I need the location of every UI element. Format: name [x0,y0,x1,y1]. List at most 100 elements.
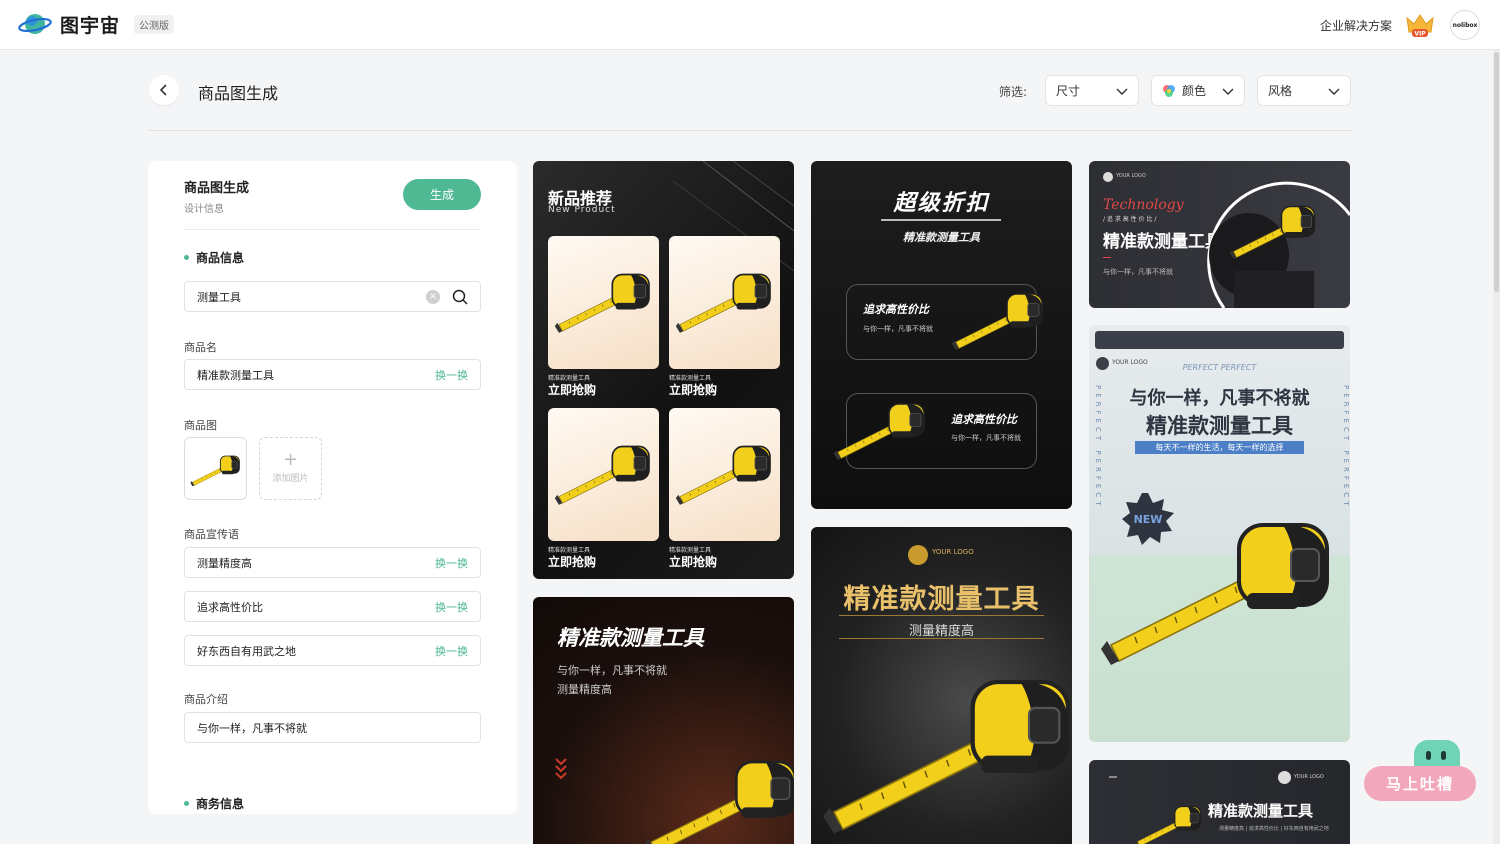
slogan-label: 商品宣传语 [184,528,239,541]
section-dot [184,255,189,260]
card-logo-text: YOUR LOGO [1294,774,1324,780]
feature-box-title: 追求高性价比 [863,303,929,316]
logo[interactable]: 图宇宙 公测版 [18,10,175,38]
tape-measure-icon [1134,800,1204,844]
swap-button[interactable]: 换一换 [435,599,468,615]
swap-button[interactable]: 换一换 [435,367,468,383]
tile-big-text: 立即抢购 [669,555,718,569]
size-filter-label: 尺寸 [1056,84,1081,98]
card-line-2: 测量精度高 [557,683,612,696]
card-subtitle: 精准款测量工具 [903,231,980,244]
top-bar: 图宇宙 公测版 企业解决方案 VIP nolibox [0,0,1500,50]
feature-box-title: 追求高性价比 [951,413,1017,426]
slogan-field-3[interactable]: 好东西自有用武之地 换一换 [184,635,481,666]
size-filter-dropdown[interactable]: 尺寸 [1045,75,1139,106]
intro-label: 商品介绍 [184,693,228,706]
card-kicker: / 追 求 高 性 价 比 / [1103,216,1157,223]
tape-measure-icon [675,438,775,505]
product-tile [669,236,780,369]
product-info-heading: 商品信息 [184,249,244,266]
chevron-down-icon [1116,88,1128,95]
card-title: 精准款测量工具 [1208,802,1314,820]
red-accent-line [1103,257,1111,258]
tape-measure-icon [1229,199,1319,259]
color-wheel-icon [1163,84,1175,97]
generate-button[interactable]: 生成 [403,179,481,210]
search-icon[interactable] [452,289,468,305]
color-filter-dropdown[interactable]: 颜色 [1151,75,1245,106]
product-tile [669,408,780,541]
product-tile [548,236,659,369]
template-card-gold-title[interactable]: YOUR LOGO 精准款测量工具 测量精度高 [811,527,1072,844]
product-image-thumbnail[interactable] [184,437,247,500]
feature-box-sub: 与你一样，凡事不将就 [863,325,933,333]
card-title: 超级折扣 [893,191,990,216]
card-subtitle: New Product [548,205,616,215]
style-filter-dropdown[interactable]: 风格 [1257,75,1351,106]
product-name-field[interactable]: 精准款测量工具 换一换 [184,359,481,390]
card-logo-text: YOUR LOGO [1112,359,1148,366]
user-avatar[interactable]: nolibox [1450,10,1480,40]
slogan-field-2[interactable]: 追求高性价比 换一换 [184,591,481,622]
add-image-button[interactable]: + 添加图片 [259,437,322,500]
intro-field[interactable]: 与你一样，凡事不将就 [184,712,481,743]
vertical-text-right: PERFECT PERFECT [1342,385,1350,510]
tape-measure-icon [1099,485,1339,685]
design-info-panel: 商品图生成 设计信息 生成 商品信息 测量工具 × 商品名 精准款测量工具 换一… [148,161,517,814]
header-divider [148,130,1352,131]
logo-text: 图宇宙 [60,14,121,37]
card-banner: 每天不一样的生活，每天一样的选择 [1135,441,1304,454]
template-card-new-product[interactable]: 新品推荐 New Product 精准款测量工具 立即抢购 精准款测量工具 立即… [533,161,794,579]
chevron-down-icon [1222,88,1234,95]
tape-measure-icon [833,396,929,460]
logo-dot-icon [1096,357,1109,370]
template-card-dark-banner[interactable]: YOUR LOGO 精准款测量工具 测量精度高 | 追求高性价比 | 好东西自有… [1089,760,1350,844]
tape-measure-icon [951,286,1047,350]
page-scrollbar-thumb[interactable] [1494,52,1499,292]
menu-dash-icon [1109,776,1117,778]
title-divider [839,615,1044,616]
card-script-text: Technology [1103,197,1184,213]
page-title: 商品图生成 [198,84,279,103]
enterprise-solutions-link[interactable]: 企业解决方案 [1320,17,1392,34]
template-card-technology[interactable]: YOUR LOGO Technology / 追 求 高 性 价 比 / 精准款… [1089,161,1350,308]
chevron-left-icon [159,84,167,96]
style-filter-label: 风格 [1268,84,1293,98]
feedback-button[interactable]: 马上吐槽 [1364,766,1476,801]
tile-big-text: 立即抢购 [548,555,597,569]
product-tile [548,408,659,541]
section-dot [184,801,189,806]
clear-icon[interactable]: × [426,289,440,304]
vip-crown-icon[interactable]: VIP [1404,12,1436,38]
template-card-perfect[interactable]: PERFECT PERFECT YOUR LOGO 与你一样，凡事不将就 精准款… [1089,325,1350,742]
card-sub: 与你一样，凡事不将就 [1103,268,1173,276]
swap-button[interactable]: 换一换 [435,643,468,659]
panel-title: 商品图生成 [184,181,250,196]
intro-value: 与你一样，凡事不将就 [197,721,307,735]
logo-badge-icon [908,545,928,565]
card-title: 精准款测量工具 [557,626,704,650]
planet-logo-icon [18,10,52,38]
template-card-super-discount[interactable]: 超级折扣 精准款测量工具 追求高性价比 与你一样，凡事不将就 追求高性价比 与你… [811,161,1072,509]
card-subtitle: 测量精度高 [908,624,974,639]
template-card-sparks[interactable]: 精准款测量工具 与你一样，凡事不将就 测量精度高 [533,597,794,844]
product-image-label: 商品图 [184,419,217,432]
back-button[interactable] [149,75,179,105]
product-search-input[interactable]: 测量工具 × [184,281,481,312]
beta-badge: 公测版 [134,14,175,34]
product-info-heading-text: 商品信息 [196,251,245,265]
chevron-down-icon [1328,88,1340,95]
tape-measure-icon [190,451,242,487]
card-logo-text: YOUR LOGO [932,548,974,556]
logo-dot-icon [1103,172,1113,182]
product-search-value: 测量工具 [197,290,241,304]
tape-measure-icon [675,266,775,333]
card-line-2: 精准款测量工具 [1146,414,1293,438]
product-name-label: 商品名 [184,341,217,354]
card-top-strip [1095,331,1344,349]
swap-button[interactable]: 换一换 [435,555,468,571]
business-info-heading-text: 商务信息 [196,797,245,811]
plus-icon: + [282,449,299,470]
slogan-field-1[interactable]: 测量精度高 换一换 [184,547,481,578]
business-info-heading: 商务信息 [184,795,244,812]
